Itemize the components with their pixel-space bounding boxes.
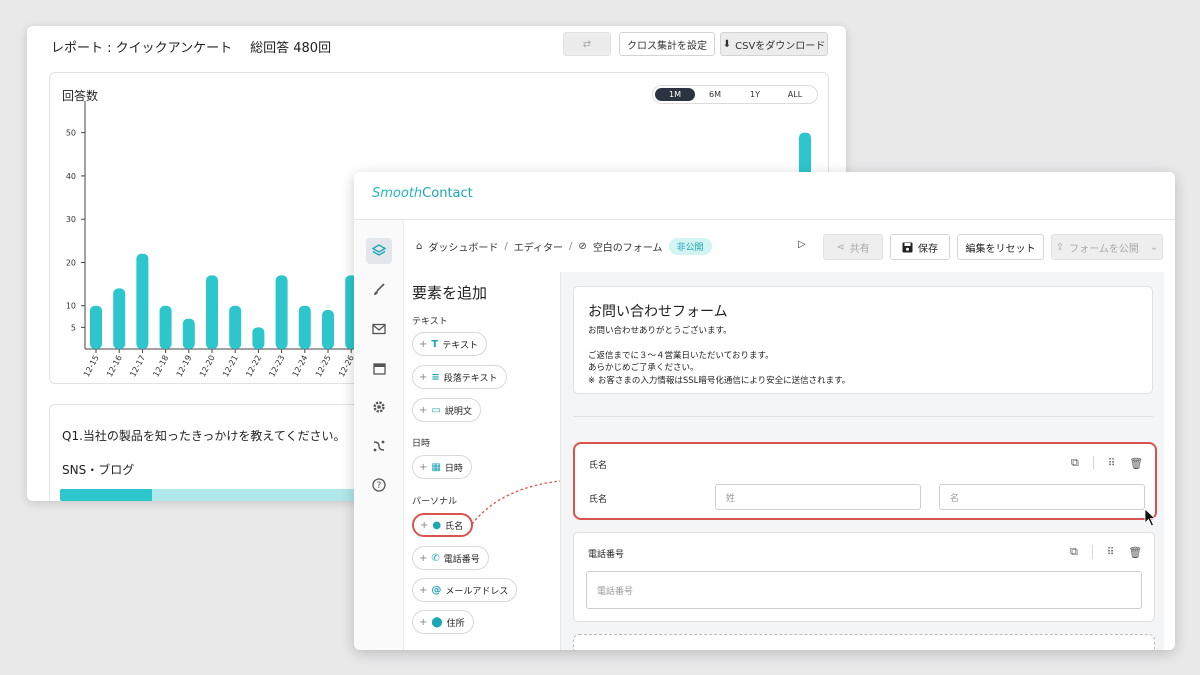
editor-window: SmoothContact ? ⌂ ダッシュボード / エディター / ⊘ 空白 [354, 172, 1175, 650]
cursor-icon [1144, 508, 1157, 527]
bar [182, 318, 195, 349]
y-tick-label: 10 [66, 302, 76, 311]
cross-tab-button[interactable]: クロス集計を設定 [619, 32, 715, 56]
intro-line: ご返信までに３〜４営業日いただいております。 [588, 350, 774, 361]
download-icon: ⬇ [722, 38, 732, 50]
x-tick-label: 12-24 [291, 354, 310, 379]
report-title: レポート : クイックアンケート 総回答 480回 [51, 37, 331, 56]
bar [90, 305, 102, 349]
x-tick-label: 12-25 [314, 354, 333, 379]
form-title: お問い合わせフォーム [588, 304, 728, 320]
x-tick-label: 12-15 [82, 354, 101, 379]
swap-icon: ⇄ [582, 38, 592, 50]
name-field-card[interactable]: 氏名 ⧉ ⠿ 🗑 氏名 姓 名 [573, 442, 1157, 520]
drag-handle-icon[interactable]: ⠿ [1108, 458, 1115, 469]
csv-download-label: CSVをダウンロード [735, 40, 826, 52]
first-name-input[interactable]: 名 [939, 484, 1145, 510]
field-card-title: 氏名 [589, 461, 608, 471]
bar [252, 327, 265, 349]
x-tick-label: 12-17 [128, 354, 147, 379]
y-tick-label: 50 [66, 129, 76, 138]
last-name-input[interactable]: 姓 [715, 484, 921, 510]
phone-field-card[interactable]: 電話番号 ⧉ ⠿ 🗑 電話番号 [573, 532, 1155, 622]
y-tick-label: 40 [66, 172, 76, 181]
bar [136, 253, 149, 349]
total-responses: 総回答 480回 [250, 41, 332, 56]
x-tick-label: 12-22 [244, 354, 263, 379]
x-tick-label: 12-18 [152, 354, 171, 379]
bar [113, 288, 126, 349]
copy-icon[interactable]: ⧉ [1070, 545, 1078, 559]
trash-icon[interactable]: 🗑 [1129, 457, 1143, 470]
intro-line: お問い合わせありがとうございます。 [588, 326, 732, 336]
field-card-title: 電話番号 [588, 550, 625, 560]
question-text: Q1.当社の製品を知ったきっかけを教えてください。 [62, 429, 346, 443]
copy-icon[interactable]: ⧉ [1071, 456, 1079, 470]
bar [229, 305, 242, 349]
y-tick-label: 5 [71, 323, 76, 332]
trash-icon[interactable]: 🗑 [1128, 546, 1142, 559]
report-name: レポート : クイックアンケート [51, 41, 233, 56]
intro-spacer [588, 338, 1138, 350]
action-divider [1091, 545, 1093, 559]
form-intro-card[interactable]: お問い合わせフォーム お問い合わせありがとうございます。 ご返信までに３〜４営業… [573, 286, 1153, 394]
bar [298, 305, 311, 349]
drop-zone[interactable] [573, 634, 1155, 650]
x-tick-label: 12-19 [175, 354, 194, 379]
option-label: SNS・ブログ [62, 463, 135, 477]
x-tick-label: 12-20 [198, 354, 217, 379]
x-tick-label: 12-21 [221, 354, 240, 379]
section-divider [573, 416, 1153, 417]
y-tick-label: 20 [66, 258, 76, 267]
intro-line: ※ お客さまの入力情報はSSL暗号化通信により安全に送信されます。 [588, 375, 851, 386]
form-canvas: お問い合わせフォーム お問い合わせありがとうございます。 ご返信までに３〜４営業… [560, 272, 1164, 650]
bar [275, 275, 288, 349]
csv-download-button[interactable]: ⬇ CSVをダウンロード [720, 32, 828, 56]
action-divider [1092, 456, 1094, 470]
card-actions: ⧉ ⠿ 🗑 [1071, 456, 1143, 470]
swap-button[interactable]: ⇄ [563, 32, 611, 56]
bar [206, 275, 218, 349]
intro-line: あらかじめご了承ください。 [588, 363, 699, 373]
card-actions: ⧉ ⠿ 🗑 [1070, 545, 1142, 559]
option-share-fill [60, 489, 153, 501]
bar [322, 310, 334, 349]
x-tick-label: 12-16 [105, 354, 124, 379]
bar [159, 305, 172, 349]
x-tick-label: 12-23 [268, 354, 287, 379]
drag-handle-icon[interactable]: ⠿ [1107, 547, 1114, 558]
y-tick-label: 30 [66, 215, 76, 224]
phone-input[interactable]: 電話番号 [586, 571, 1142, 609]
name-field-label: 氏名 [589, 495, 608, 505]
cross-tab-label: クロス集計を設定 [627, 40, 707, 52]
